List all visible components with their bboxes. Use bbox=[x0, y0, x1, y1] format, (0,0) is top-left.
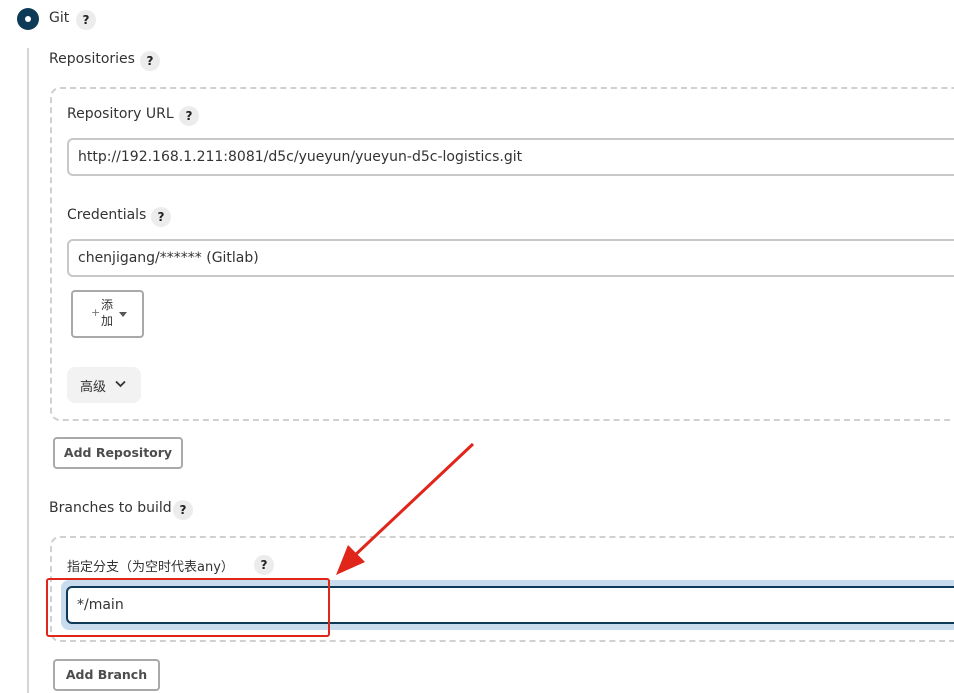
credentials-label: Credentials bbox=[67, 207, 147, 223]
annotation-highlight-box bbox=[46, 578, 330, 637]
git-radio-button[interactable] bbox=[17, 8, 39, 30]
git-help-icon[interactable]: ? bbox=[76, 10, 96, 30]
add-credentials-button[interactable]: + 添 加 bbox=[71, 290, 144, 338]
section-indent-line bbox=[27, 48, 29, 693]
git-label: Git bbox=[49, 10, 70, 26]
repository-url-help-icon[interactable]: ? bbox=[179, 106, 199, 126]
add-branch-button[interactable]: Add Branch bbox=[53, 659, 160, 691]
chevron-down-icon bbox=[115, 380, 126, 388]
repository-url-input[interactable]: http://192.168.1.211:8081/d5c/yueyun/yue… bbox=[67, 138, 954, 176]
radio-dot bbox=[25, 16, 31, 22]
advanced-label: 高级 bbox=[80, 380, 107, 395]
repositories-help-icon[interactable]: ? bbox=[140, 51, 160, 71]
credentials-select[interactable]: chenjigang/****** (Gitlab) bbox=[67, 239, 954, 277]
credentials-help-icon[interactable]: ? bbox=[151, 207, 171, 227]
annotation-arrow bbox=[336, 442, 475, 575]
plus-icon: + bbox=[91, 306, 101, 319]
advanced-button[interactable]: 高级 bbox=[67, 367, 141, 403]
branch-specifier-help-icon[interactable]: ? bbox=[254, 555, 274, 575]
add-credentials-label-line2: 加 bbox=[101, 314, 114, 328]
add-credentials-label-line1: 添 bbox=[101, 298, 114, 312]
branches-to-build-label: Branches to build bbox=[49, 500, 172, 516]
branch-specifier-label: 指定分支（为空时代表any） bbox=[67, 560, 234, 575]
repository-url-label: Repository URL bbox=[67, 106, 174, 122]
branches-help-icon[interactable]: ? bbox=[173, 500, 193, 520]
repositories-label: Repositories bbox=[49, 51, 135, 67]
add-repository-button[interactable]: Add Repository bbox=[53, 437, 183, 469]
caret-down-icon bbox=[119, 312, 127, 317]
